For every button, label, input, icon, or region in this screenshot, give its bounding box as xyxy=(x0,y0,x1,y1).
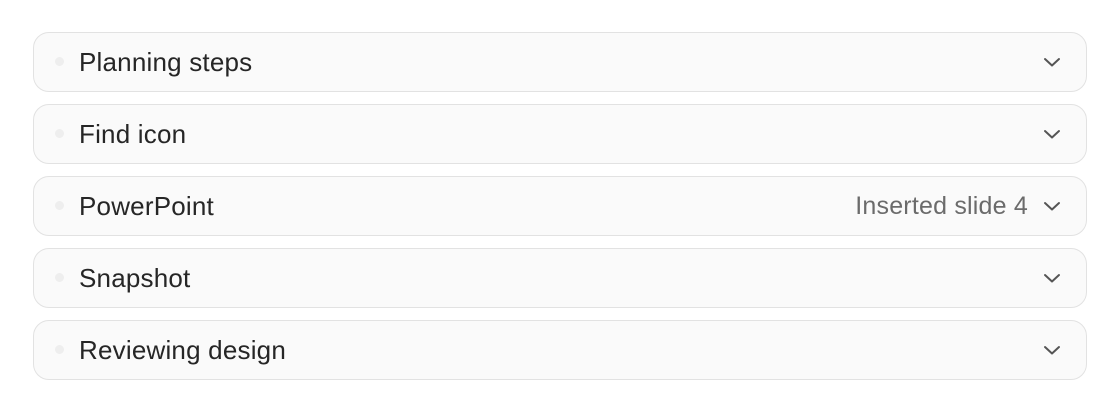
step-label: Reviewing design xyxy=(79,334,286,365)
step-snapshot[interactable]: Snapshot xyxy=(33,248,1087,308)
step-list: Planning steps Find icon PowerPoint Inse… xyxy=(33,32,1087,392)
chevron-down-icon[interactable] xyxy=(1042,52,1062,72)
step-planning-steps[interactable]: Planning steps xyxy=(33,32,1087,92)
step-label: Snapshot xyxy=(79,262,191,293)
status-dot-icon xyxy=(55,57,64,66)
step-find-icon[interactable]: Find icon xyxy=(33,104,1087,164)
status-dot-icon xyxy=(55,129,64,138)
chevron-down-icon[interactable] xyxy=(1042,268,1062,288)
step-label: Find icon xyxy=(79,118,187,149)
step-label: PowerPoint xyxy=(79,190,214,221)
step-reviewing-design[interactable]: Reviewing design xyxy=(33,320,1087,380)
chevron-down-icon[interactable] xyxy=(1042,340,1062,360)
chevron-down-icon[interactable] xyxy=(1042,196,1062,216)
status-dot-icon xyxy=(55,345,64,354)
chevron-down-icon[interactable] xyxy=(1042,124,1062,144)
step-label: Planning steps xyxy=(79,46,253,77)
step-status: Inserted slide 4 xyxy=(855,191,1028,220)
step-powerpoint[interactable]: PowerPoint Inserted slide 4 xyxy=(33,176,1087,236)
status-dot-icon xyxy=(55,273,64,282)
status-dot-icon xyxy=(55,201,64,210)
